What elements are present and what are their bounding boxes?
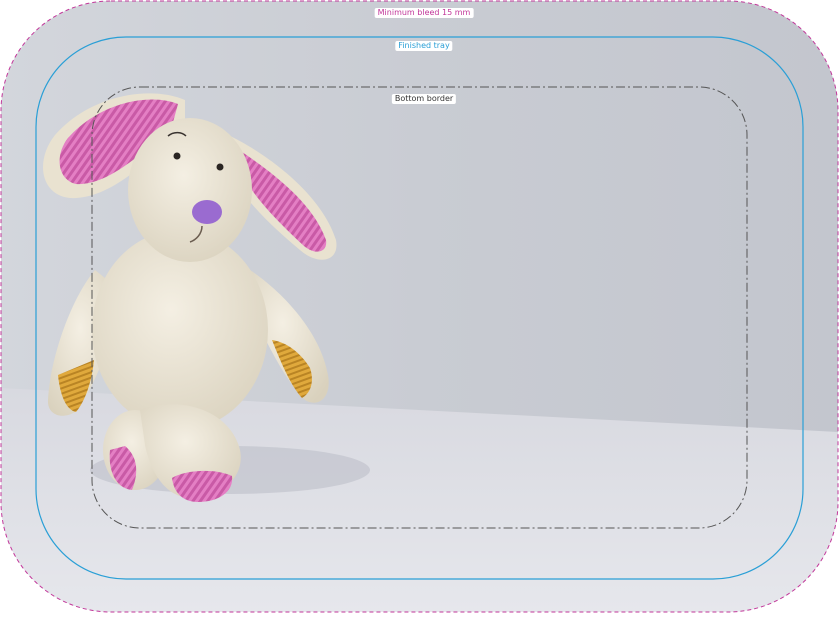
right-eye [216, 163, 224, 171]
tray-template-canvas: Minimum bleed 15 mm Finished tray Bottom… [0, 0, 839, 613]
bleed-guide-label: Minimum bleed 15 mm [374, 8, 474, 18]
plush-nose [192, 200, 222, 224]
bottom-border-guide-label: Bottom border [391, 94, 457, 104]
tray-photo [1, 1, 838, 612]
finished-tray-guide-label: Finished tray [395, 41, 453, 51]
left-eye [173, 152, 181, 160]
tray-template-artwork [0, 0, 839, 613]
plush-head [128, 118, 252, 262]
